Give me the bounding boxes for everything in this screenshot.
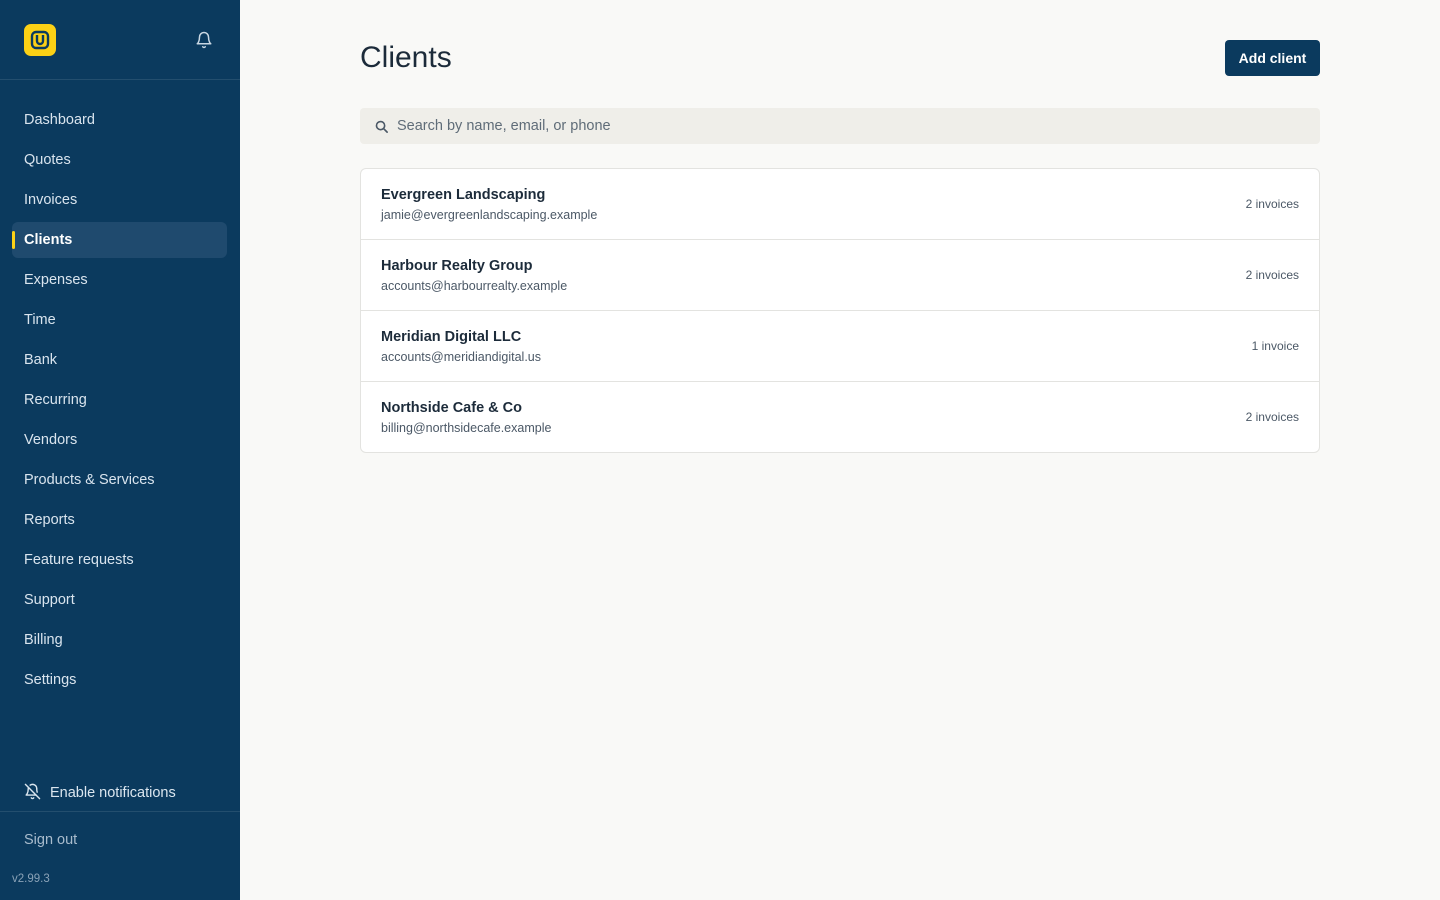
- sidebar-item-bank[interactable]: Bank: [12, 342, 227, 378]
- sidebar: Dashboard Quotes Invoices Clients Expens…: [0, 0, 240, 900]
- client-email: billing@northsidecafe.example: [381, 420, 552, 435]
- sidebar-item-recurring[interactable]: Recurring: [12, 382, 227, 418]
- page-title: Clients: [360, 41, 452, 74]
- sidebar-item-expenses[interactable]: Expenses: [12, 262, 227, 298]
- client-list: Evergreen Landscaping jamie@evergreenlan…: [360, 168, 1320, 453]
- list-item[interactable]: Evergreen Landscaping jamie@evergreenlan…: [361, 169, 1319, 240]
- sidebar-item-support[interactable]: Support: [12, 582, 227, 618]
- client-name: Harbour Realty Group: [381, 257, 533, 274]
- client-email: jamie@evergreenlandscaping.example: [381, 207, 598, 222]
- client-name: Northside Cafe & Co: [381, 399, 522, 416]
- enable-notifications-label: Enable notifications: [50, 785, 176, 801]
- u-logo-icon[interactable]: [24, 24, 56, 56]
- sidebar-item-time[interactable]: Time: [12, 302, 227, 338]
- client-info: Harbour Realty Group accounts@harbourrea…: [381, 257, 567, 294]
- invoice-count: 2 invoices: [1245, 410, 1299, 424]
- list-item[interactable]: Northside Cafe & Co billing@northsidecaf…: [361, 382, 1319, 452]
- sidebar-item-feature-requests[interactable]: Feature requests: [12, 542, 227, 578]
- search-bar: [360, 108, 1320, 144]
- sidebar-item-clients[interactable]: Clients: [12, 222, 227, 258]
- list-item[interactable]: Harbour Realty Group accounts@harbourrea…: [361, 240, 1319, 311]
- client-name: Meridian Digital LLC: [381, 328, 522, 345]
- sidebar-divider: [0, 811, 240, 812]
- invoice-count: 2 invoices: [1245, 197, 1299, 211]
- client-info: Evergreen Landscaping jamie@evergreenlan…: [381, 186, 597, 223]
- search-icon: [373, 118, 389, 134]
- sidebar-item-quotes[interactable]: Quotes: [12, 142, 227, 178]
- client-email: accounts@meridiandigital.us: [381, 349, 541, 364]
- client-info: Meridian Digital LLC accounts@meridiandi…: [381, 328, 541, 365]
- sidebar-item-reports[interactable]: Reports: [12, 502, 227, 538]
- sidebar-item-invoices[interactable]: Invoices: [12, 182, 227, 218]
- invoice-count: 1 invoice: [1251, 339, 1299, 353]
- sidebar-item-vendors[interactable]: Vendors: [12, 422, 227, 458]
- sidebar-item-dashboard[interactable]: Dashboard: [12, 102, 227, 138]
- app-version: v2.99.3: [12, 873, 50, 885]
- sidebar-item-billing[interactable]: Billing: [12, 622, 227, 658]
- client-info: Northside Cafe & Co billing@northsidecaf…: [381, 399, 551, 436]
- client-name: Evergreen Landscaping: [381, 186, 546, 203]
- client-email: accounts@harbourrealty.example: [381, 278, 568, 293]
- sidebar-nav: Dashboard Quotes Invoices Clients Expens…: [0, 102, 240, 702]
- bell-off-icon: [24, 783, 41, 804]
- sidebar-header: [0, 0, 240, 80]
- sidebar-item-settings[interactable]: Settings: [12, 662, 227, 698]
- sign-out-link[interactable]: Sign out: [24, 832, 77, 848]
- add-client-button[interactable]: Add client: [1225, 40, 1320, 76]
- list-item[interactable]: Meridian Digital LLC accounts@meridiandi…: [361, 311, 1319, 382]
- enable-notifications-button[interactable]: Enable notifications: [24, 782, 176, 804]
- sidebar-item-products-services[interactable]: Products & Services: [12, 462, 227, 498]
- invoice-count: 2 invoices: [1245, 268, 1299, 282]
- bell-icon[interactable]: [194, 30, 214, 50]
- search-input[interactable]: [397, 108, 1320, 144]
